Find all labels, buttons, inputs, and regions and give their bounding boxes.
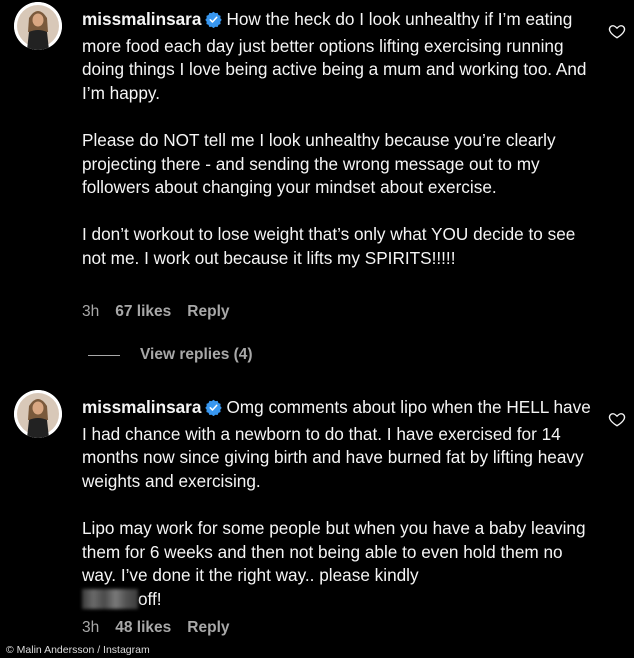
comment-text-tail: off! bbox=[138, 588, 162, 609]
comment-text: Please do NOT tell me I look unhealthy b… bbox=[82, 129, 556, 198]
verified-badge-icon bbox=[205, 399, 223, 423]
photo-credit: © Malin Andersson / Instagram bbox=[6, 644, 150, 656]
likes-count[interactable]: 67 likes bbox=[115, 303, 171, 321]
view-replies-label: View replies (4) bbox=[140, 346, 253, 363]
heart-icon[interactable] bbox=[608, 410, 626, 428]
avatar[interactable] bbox=[14, 390, 62, 438]
censored-word bbox=[82, 588, 138, 609]
username[interactable]: missmalinsara bbox=[82, 397, 201, 417]
reply-button[interactable]: Reply bbox=[187, 619, 229, 637]
verified-badge-icon bbox=[205, 11, 223, 35]
comment-body: missmalinsara Omg comments about lipo whe… bbox=[82, 396, 592, 611]
view-replies-button[interactable]: View replies (4) bbox=[88, 346, 253, 364]
reply-button[interactable]: Reply bbox=[187, 303, 229, 321]
timestamp: 3h bbox=[82, 619, 100, 636]
comment-meta: 3h 48 likes Reply bbox=[82, 619, 246, 637]
comment-text: Lipo may work for some people but when y… bbox=[82, 517, 586, 586]
username[interactable]: missmalinsara bbox=[82, 9, 201, 29]
comment-text: I don’t workout to lose weight that’s on… bbox=[82, 224, 576, 268]
heart-icon[interactable] bbox=[608, 22, 626, 40]
divider bbox=[88, 354, 120, 356]
likes-count[interactable]: 48 likes bbox=[115, 619, 171, 637]
comment-meta: 3h 67 likes Reply bbox=[82, 303, 246, 321]
timestamp: 3h bbox=[82, 303, 100, 320]
avatar[interactable] bbox=[14, 2, 62, 50]
comment-body: missmalinsara How the heck do I look unhe… bbox=[82, 8, 592, 271]
